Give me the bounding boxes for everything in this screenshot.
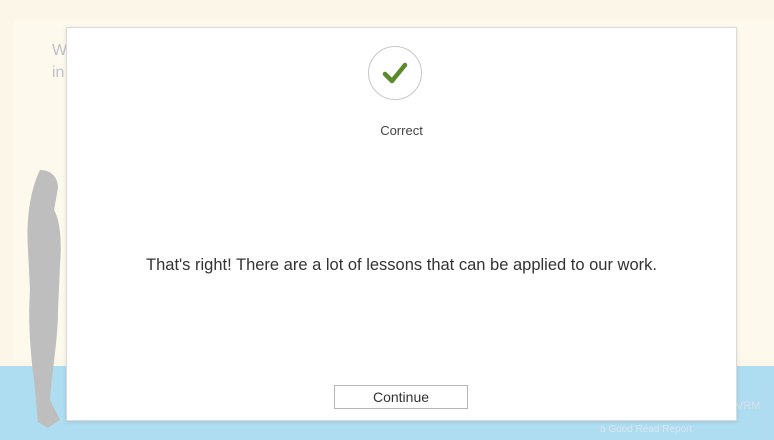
checkmark-icon [382, 62, 408, 84]
correct-status-badge [368, 46, 422, 100]
feedback-dialog: Correct That's right! There are a lot of… [66, 27, 737, 421]
feedback-message: That's right! There are a lot of lessons… [146, 256, 657, 274]
continue-button[interactable]: Continue [334, 385, 468, 409]
feedback-status-label: Correct [380, 123, 423, 138]
